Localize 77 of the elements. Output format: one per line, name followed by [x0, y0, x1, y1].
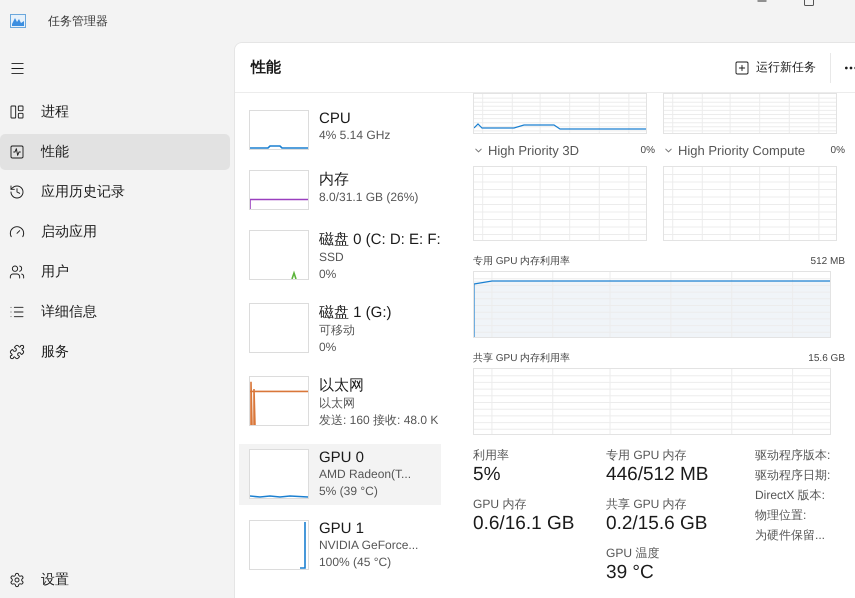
stat-value: 5% — [473, 464, 502, 486]
stat-value: 446/512 MB — [606, 464, 710, 486]
stat-value: 0.2/15.6 GB — [606, 513, 708, 535]
stat-label: 利用率 — [473, 447, 510, 464]
nav-label: 性能 — [41, 143, 69, 161]
usage-graph — [249, 449, 309, 499]
device-item[interactable]: 内存 8.0/31.1 GB (26%) — [239, 165, 441, 215]
nav-label: 详细信息 — [41, 303, 97, 321]
users-icon — [9, 264, 25, 280]
nav-label: 进程 — [41, 103, 69, 121]
device-name: 以太网 — [319, 376, 365, 395]
nav-item[interactable]: 性能 — [0, 134, 230, 170]
device-detail: 0% — [319, 339, 338, 356]
stat-label: GPU 温度 — [606, 545, 660, 562]
chart-label: 专用 GPU 内存利用率 — [473, 254, 570, 268]
engine-value: 0% — [830, 144, 845, 156]
device-detail: 以太网 — [319, 395, 356, 412]
nav-label: 应用历史记录 — [41, 183, 125, 201]
device-detail: 8.0/31.1 GB (26%) — [319, 189, 418, 206]
device-detail: 0% — [319, 266, 338, 283]
panels-icon — [9, 104, 25, 120]
device-name: 内存 — [319, 170, 350, 189]
device-name: 磁盘 1 (G:) — [319, 303, 392, 322]
device-detail: 100% (45 °C) — [319, 554, 392, 571]
new-task-icon — [734, 60, 750, 76]
device-item[interactable]: CPU 4% 5.14 GHz — [239, 105, 441, 155]
history-icon — [9, 184, 25, 200]
engine-name: High Priority 3D — [488, 142, 580, 158]
device-item[interactable]: GPU 1 NVIDIA GeForce... 100% (45 °C) — [239, 515, 441, 576]
device-name: 磁盘 0 (C: D: E: F: — [319, 230, 441, 249]
run-new-task-button[interactable]: 运行新任务 — [728, 55, 822, 80]
device-detail: 4% 5.14 GHz — [319, 127, 390, 144]
usage-graph — [249, 520, 309, 570]
usage-graph — [249, 230, 309, 280]
info-label: 驱动程序版本: — [755, 447, 832, 464]
device-item[interactable]: 磁盘 0 (C: D: E: F: SSD 0% — [239, 225, 441, 288]
device-detail: 发送: 160 接收: 48.0 K — [319, 412, 438, 429]
device-detail: 可移动 — [319, 322, 356, 339]
window-title: 任务管理器 — [48, 12, 108, 30]
engine-value: 0% — [640, 144, 655, 156]
stat-value: 0.6/16.1 GB — [473, 513, 576, 535]
app-logo-icon — [10, 14, 26, 28]
info-label: 驱动程序日期: — [755, 467, 832, 484]
stat-value: 39 °C — [606, 562, 655, 584]
stat-label: GPU 内存 — [473, 496, 528, 513]
engine-name: High Priority Compute — [678, 142, 806, 158]
info-label: DirectX 版本: — [755, 487, 826, 504]
usage-graph — [249, 110, 309, 150]
gauge-icon — [9, 224, 25, 240]
usage-graph — [249, 376, 309, 426]
settings-icon — [9, 572, 25, 588]
chart-label: 共享 GPU 内存利用率 — [473, 352, 570, 365]
chart-max: 512 MB — [810, 256, 845, 266]
nav-label: 启动应用 — [41, 223, 97, 241]
device-detail: AMD Radeon(T... — [319, 466, 412, 483]
info-label: 为硬件保留... — [755, 527, 826, 544]
device-detail: 5% (39 °C) — [319, 483, 379, 500]
stat-label: 共享 GPU 内存 — [606, 496, 688, 513]
stat-label: 专用 GPU 内存 — [606, 447, 688, 464]
info-label: 物理位置: — [755, 507, 808, 524]
nav-label: 用户 — [41, 263, 69, 281]
device-item[interactable]: GPU 0 AMD Radeon(T... 5% (39 °C) — [239, 444, 441, 505]
device-item[interactable]: 以太网 以太网 发送: 160 接收: 48.0 K — [239, 371, 441, 434]
device-detail: SSD — [319, 249, 345, 266]
nav-label: 设置 — [41, 571, 69, 589]
device-name: GPU 0 — [319, 449, 366, 466]
activity-icon — [9, 144, 25, 160]
usage-graph — [249, 170, 309, 210]
usage-graph — [249, 303, 309, 353]
puzzle-icon — [9, 344, 25, 360]
device-name: CPU — [319, 110, 352, 127]
device-item[interactable]: 磁盘 1 (G:) 可移动 0% — [239, 298, 441, 361]
device-name: GPU 1 — [319, 520, 366, 537]
device-detail: NVIDIA GeForce... — [319, 537, 418, 554]
chart-max: 15.6 GB — [808, 352, 845, 364]
nav-label: 服务 — [41, 343, 69, 361]
page-title: 性能 — [251, 58, 282, 77]
